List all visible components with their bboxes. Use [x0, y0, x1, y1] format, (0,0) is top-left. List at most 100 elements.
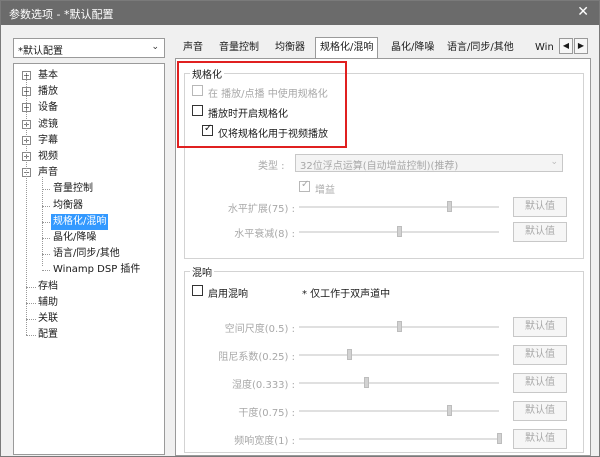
default-value-button[interactable]: 默认值 [513, 373, 567, 393]
use-in-play-checkbox[interactable] [192, 85, 203, 96]
slider-label: 阻尼系数(0.25) : [218, 352, 295, 363]
use-in-play-label: 在 播放/点播 中使用规格化 [208, 89, 328, 100]
tree-item-label: 存档 [38, 280, 58, 292]
tab-item[interactable]: 声音 [179, 40, 207, 58]
tab-scroll-right-icon[interactable]: ▶ [574, 38, 588, 54]
video-only-label: 仅将规格化用于视频播放 [218, 129, 328, 140]
slider-thumb[interactable] [447, 405, 452, 416]
tree-item[interactable]: 规格化/混响 [14, 213, 164, 230]
profile-dropdown[interactable]: *默认配置 ⌄ [13, 38, 165, 58]
tab-item[interactable]: 音量控制 [215, 40, 263, 58]
slider-label: 水平扩展(75) : [227, 204, 295, 215]
gain-checkbox[interactable]: ✓ [299, 179, 310, 192]
slider-label: 空间尺度(0.5) : [224, 324, 295, 335]
tab-item[interactable]: Win [531, 40, 558, 58]
window-title: 参数选项 - *默认配置 [9, 8, 114, 21]
title-bar[interactable]: 参数选项 - *默认配置 ✕ [1, 1, 599, 25]
tree-item[interactable]: 音量控制 [14, 181, 164, 197]
tab-item[interactable]: 规格化/混响 [315, 37, 379, 59]
checkmark-icon: ✓ [204, 123, 213, 134]
slider-thumb[interactable] [347, 349, 352, 360]
tree-connector [42, 221, 50, 223]
enable-reverb-checkbox[interactable] [192, 285, 203, 296]
slider-label: 水平衰减(8) : [234, 229, 295, 240]
gain-label: 增益 [315, 185, 335, 196]
tree-item[interactable]: 晶化/降噪 [14, 230, 164, 246]
tree-item-label: 设备 [38, 102, 58, 114]
tree-item[interactable]: 存档 [14, 279, 164, 295]
tree-item[interactable]: + 视频 [14, 149, 164, 165]
slider-thumb[interactable] [397, 321, 402, 332]
settings-tree[interactable]: + 基本 + 播放 + 设备 + 滤镜 + 字幕 + 视频 − 声音 音量控制 均衡器 规格化/混响晶化/降噪语… [13, 63, 165, 455]
tree-item[interactable]: 辅助 [14, 295, 164, 311]
slider-thumb[interactable] [397, 226, 402, 237]
chevron-down-icon: ⌄ [550, 157, 558, 167]
tree-item[interactable]: 关联 [14, 311, 164, 327]
enable-on-play-label: 播放时开启规格化 [208, 109, 288, 120]
tree-item-label: 晶化/降噪 [53, 232, 97, 243]
stereo-only-note: * 仅工作于双声道中 [302, 289, 391, 300]
tree-item[interactable]: 均衡器 [14, 198, 164, 214]
tree-connector [26, 302, 36, 304]
close-icon[interactable]: ✕ [577, 4, 589, 20]
type-dropdown[interactable]: 32位浮点运算(自动增益控制)(推荐) ⌄ [295, 154, 563, 172]
tree-item-label: 辅助 [38, 296, 58, 308]
default-value-button[interactable]: 默认值 [513, 222, 567, 242]
tree-item-label: 视频 [38, 151, 58, 162]
slider-label: 频响宽度(1) : [234, 436, 295, 447]
enable-on-play-checkbox[interactable] [192, 105, 203, 116]
tree-connector [26, 286, 36, 288]
slider-thumb[interactable] [497, 433, 502, 444]
default-value-button[interactable]: 默认值 [513, 317, 567, 337]
default-value-button[interactable]: 默认值 [513, 401, 567, 421]
slider-track[interactable] [299, 354, 499, 356]
slider-label: 湿度(0.333) : [232, 380, 295, 391]
slider-thumb[interactable] [363, 377, 369, 388]
tree-item-label: 规格化/混响 [51, 213, 109, 230]
video-only-checkbox[interactable]: ✓ [202, 123, 213, 136]
tree-connector [26, 319, 36, 320]
type-label: 类型 : [258, 161, 285, 172]
tree-item[interactable]: − 声音 [14, 165, 164, 181]
tree-item[interactable]: + 基本 [14, 68, 164, 84]
preferences-window: 参数选项 - *默认配置 ✕ *默认配置 ⌄ + 基本 + 播放 + 设备 + 滤镜 + 字幕 + 视… [0, 0, 600, 457]
tree-item-label: 播放 [38, 86, 58, 98]
tree-item-label: 语言/同步/其他 [53, 248, 120, 260]
reverb-group-title: 混响 [190, 264, 214, 279]
tab-item[interactable]: 均衡器 [271, 40, 309, 58]
tree-connector [42, 205, 50, 207]
tree-item-label: 滤镜 [38, 118, 58, 130]
tab-item[interactable]: 晶化/降噪 [387, 40, 438, 58]
slider-track[interactable] [299, 382, 499, 384]
tree-item[interactable]: 语言/同步/其他 [14, 246, 164, 262]
tree-item-label: 关联 [38, 313, 58, 324]
checkmark-icon: ✓ [301, 179, 310, 190]
tree-item[interactable]: + 滤镜 [14, 117, 164, 133]
slider-track[interactable] [299, 438, 499, 440]
tree-item-label: 字幕 [38, 134, 58, 146]
tree-item[interactable]: + 播放 [14, 84, 164, 100]
tree-connector [26, 74, 27, 336]
tree-item[interactable]: + 设备 [14, 100, 164, 116]
tree-item[interactable]: + 字幕 [14, 133, 164, 149]
tree-connector [42, 238, 50, 239]
tree-connector [42, 270, 50, 272]
tab-scroll-left-icon[interactable]: ◀ [559, 38, 573, 54]
default-value-button[interactable]: 默认值 [513, 429, 567, 449]
tree-connector [42, 189, 50, 191]
profile-dropdown-value: *默认配置 [18, 46, 63, 57]
chevron-down-icon: ⌄ [151, 42, 159, 52]
slider-track[interactable] [299, 206, 499, 208]
tree-item[interactable]: 配置 [14, 327, 164, 343]
tree-connector [42, 177, 43, 267]
default-value-button[interactable]: 默认值 [513, 345, 567, 365]
tree-connector [42, 254, 50, 256]
settings-panel: 规格化 在 播放/点播 中使用规格化 播放时开启规格化 ✓ 仅将规格化用于视频播… [175, 58, 591, 456]
settings-tabs: 声音 音量控制 均衡器 规格化/混响 晶化/降噪 语言/同步/其他 Win ◀ ▶ [175, 37, 591, 59]
tab-item[interactable]: 语言/同步/其他 [443, 40, 518, 58]
slider-thumb[interactable] [447, 201, 452, 212]
slider-track[interactable] [299, 410, 499, 412]
enable-reverb-label: 启用混响 [208, 289, 248, 300]
tree-item[interactable]: Winamp DSP 插件 [14, 262, 164, 278]
default-value-button[interactable]: 默认值 [513, 197, 567, 217]
